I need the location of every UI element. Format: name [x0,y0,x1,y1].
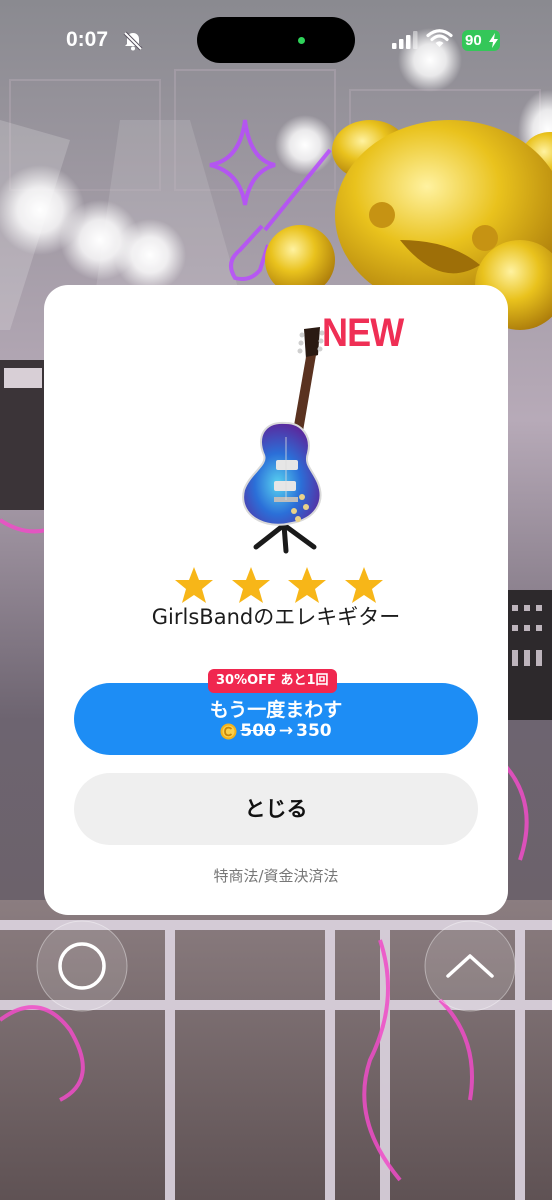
old-price: 500 [240,721,276,741]
star-icon [344,567,383,603]
legal-notice-link[interactable]: 特商法/資金決済法 [44,865,508,886]
camera-indicator-dot [298,37,305,44]
bell-muted-icon [123,31,143,51]
new-price: 350 [296,721,332,741]
price-row: 500 → 350 [74,721,478,741]
gacha-result-dialog: NEW GirlsBandのエレキギター 30%OFF あと1回 もう一度まわす… [44,285,508,915]
battery-indicator: 90 [462,30,500,51]
spin-again-button[interactable]: 30%OFF あと1回 もう一度まわす 500 → 350 [74,669,478,755]
coin-icon [220,723,237,739]
charging-bolt-icon [489,33,498,48]
chevron-up-icon[interactable] [424,920,516,1012]
wifi-icon [426,29,453,47]
cellular-signal-icon [392,31,418,49]
shutter-circle-button[interactable] [36,920,128,1012]
battery-level: 90 [465,32,482,49]
price-arrow: → [278,721,294,741]
dynamic-island [197,17,355,63]
status-time: 0:07 [66,28,109,51]
status-bar: 0:07 90 [0,0,552,84]
item-name: GirlsBandのエレキギター [151,605,401,629]
star-icon [175,567,213,603]
close-button[interactable]: とじる [74,773,478,845]
electric-guitar-icon [242,327,325,554]
star-icon [231,567,270,603]
star-icon [288,567,327,603]
discount-badge: 30%OFF あと1回 [208,669,337,693]
spin-again-label: もう一度まわす [209,699,343,721]
